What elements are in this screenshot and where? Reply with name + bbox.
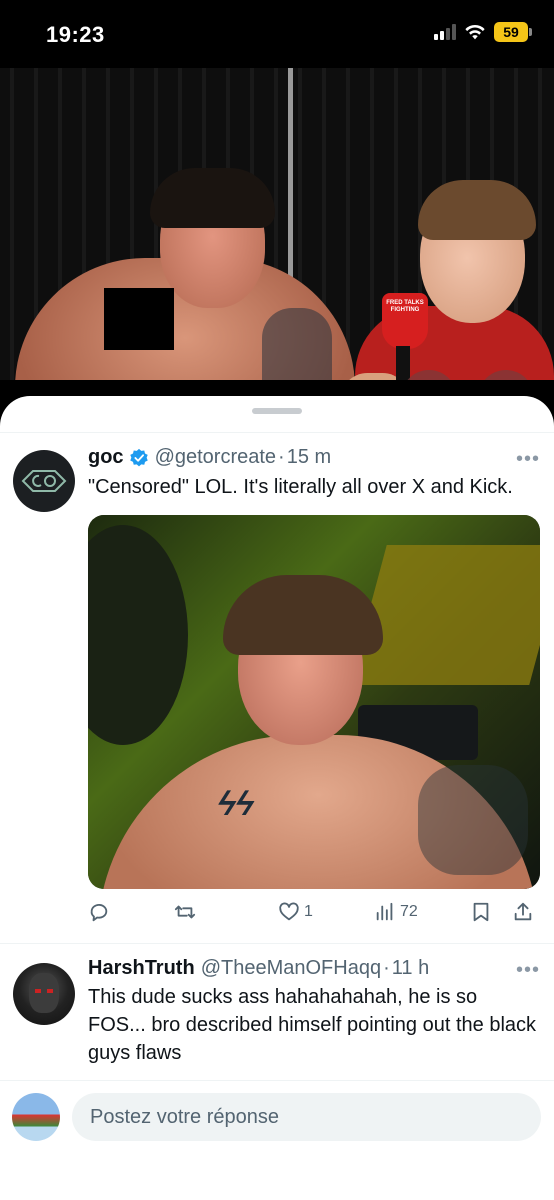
status-time: 19:23 [46, 22, 105, 47]
more-icon[interactable]: ••• [516, 448, 540, 471]
sheet-grabber[interactable] [252, 408, 302, 414]
retweet-icon [174, 905, 196, 919]
share-button[interactable] [512, 901, 534, 923]
bookmark-icon [473, 902, 489, 922]
reply-button[interactable] [88, 901, 110, 923]
tweet-actions: 1 72 [88, 901, 540, 929]
goc-logo-icon [21, 470, 67, 492]
verified-badge-icon [129, 448, 148, 466]
author-handle[interactable]: @TheeManOFHaqq [201, 957, 381, 980]
wifi-icon [465, 24, 485, 40]
share-icon [514, 902, 532, 921]
tweet-body: HarshTruth @TheeManOFHaqq · 11 h This du… [88, 957, 540, 1067]
bookmark-button[interactable] [470, 901, 492, 923]
tweet-time[interactable]: 11 h [392, 957, 429, 980]
status-icons: 59 [434, 22, 532, 42]
reply-bar [0, 1080, 554, 1200]
mic-label: FRED TALKS FIGHTING [386, 300, 424, 313]
tweet-body: goc @getorcreate · 15 m "Censored" LOL. … [88, 446, 540, 501]
avatar[interactable] [13, 963, 75, 1025]
retweet-button[interactable] [174, 901, 196, 923]
more-icon[interactable]: ••• [516, 959, 540, 982]
avatar[interactable] [13, 450, 75, 512]
my-avatar[interactable] [12, 1093, 60, 1141]
reply-icon [90, 903, 108, 922]
views-button[interactable]: 72 [374, 901, 418, 923]
like-icon [279, 902, 299, 921]
divider [0, 943, 554, 944]
reply-input[interactable] [72, 1093, 541, 1141]
author-handle[interactable]: @getorcreate [155, 446, 276, 469]
author-name[interactable]: HarshTruth [88, 957, 195, 980]
views-icon [376, 902, 393, 921]
censor-box [104, 288, 174, 350]
tweet-text: This dude sucks ass hahahahahah, he is s… [88, 986, 537, 1064]
tweet-header: HarshTruth @TheeManOFHaqq · 11 h [88, 957, 430, 980]
status-bar: 19:23 59 [0, 0, 554, 68]
tweet-text: "Censored" LOL. It's literally all over … [88, 476, 513, 498]
views-count: 72 [400, 903, 418, 920]
tweet-time[interactable]: 15 m [287, 446, 331, 469]
battery-icon: 59 [494, 22, 532, 42]
like-button[interactable]: 1 [278, 901, 313, 923]
signal-icon [434, 24, 456, 40]
video-player[interactable]: FRED TALKS FIGHTING [0, 68, 554, 380]
like-count: 1 [304, 903, 313, 920]
tweet-media-image[interactable]: ϟϟ [88, 515, 540, 889]
tweet-header: goc @getorcreate · 15 m [88, 446, 332, 469]
author-name[interactable]: goc [88, 446, 124, 469]
